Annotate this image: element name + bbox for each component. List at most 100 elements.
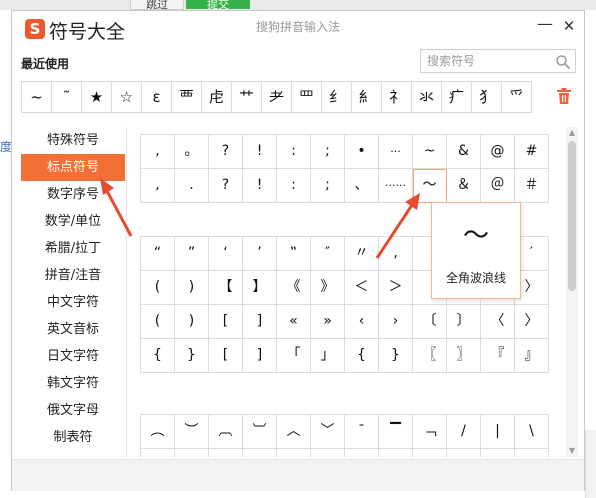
symbol-cell[interactable]: 〗 (447, 339, 481, 373)
symbol-cell[interactable]: ▔ (379, 415, 413, 449)
symbol-cell[interactable]: ? (209, 169, 243, 203)
symbol-cell[interactable]: ＞ (379, 271, 413, 305)
symbol-cell[interactable]: ; (311, 169, 345, 203)
recent-symbol-cell[interactable]: 艹 (232, 82, 262, 112)
background-skip-button[interactable]: 跳过 (130, 0, 184, 10)
symbol-cell[interactable]: ! (243, 169, 277, 203)
symbol-cell[interactable]: ＃ (515, 169, 549, 203)
sidebar-item[interactable]: 特殊符号 (21, 127, 125, 154)
minimize-button[interactable]: — (534, 15, 556, 37)
recent-symbol-cell[interactable]: ε (142, 82, 172, 112)
recent-symbol-cell[interactable]: 耂 (262, 82, 292, 112)
symbol-cell[interactable] (311, 449, 345, 457)
symbol-cell[interactable]: [ (209, 305, 243, 339)
symbol-cell[interactable]: [ (209, 339, 243, 373)
symbol-cell[interactable]: 】 (243, 271, 277, 305)
symbol-cell[interactable]: { (141, 339, 175, 373)
symbol-cell[interactable]: • (345, 135, 379, 169)
symbol-cell[interactable]: 〃 (345, 237, 379, 271)
symbol-cell[interactable]: ︶ (175, 415, 209, 449)
symbol-cell[interactable] (277, 449, 311, 457)
symbol-cell[interactable]: ” (175, 237, 209, 271)
sidebar-item[interactable]: 韩文字符 (21, 370, 125, 397)
symbol-cell[interactable]: ‘ (209, 237, 243, 271)
scroll-down-arrow-icon[interactable]: ▼ (566, 445, 578, 457)
symbol-cell[interactable]: ; (311, 135, 345, 169)
symbol-cell[interactable]: 《 (277, 271, 311, 305)
symbol-cell[interactable]: ¯ (345, 415, 379, 449)
recent-symbol-cell[interactable]: 罒 (292, 82, 322, 112)
symbol-cell[interactable]: , (141, 169, 175, 203)
symbol-cell[interactable]: ″ (311, 237, 345, 271)
symbol-cell[interactable] (481, 449, 515, 457)
symbol-cell[interactable]: # (515, 135, 549, 169)
symbol-cell[interactable]: 〕 (447, 305, 481, 339)
recent-symbol-cell[interactable]: 礻 (382, 82, 412, 112)
symbol-cell[interactable]: ﹀ (311, 415, 345, 449)
background-submit-button[interactable]: 提交 (186, 0, 250, 9)
symbol-cell[interactable]: ＆ (447, 169, 481, 203)
symbol-cell[interactable]: : (277, 169, 311, 203)
symbol-cell[interactable]: ··· (379, 135, 413, 169)
sidebar-item[interactable]: 制表符 (21, 424, 125, 451)
symbol-cell[interactable]: ︺ (243, 415, 277, 449)
symbol-cell[interactable]: | (481, 415, 515, 449)
recent-symbol-cell[interactable]: 氺 (412, 82, 442, 112)
symbol-cell[interactable]: ＜ (345, 271, 379, 305)
symbol-cell[interactable]: 》 (311, 271, 345, 305)
symbol-cell[interactable] (243, 449, 277, 457)
recent-symbol-cell[interactable]: ~ (22, 82, 52, 112)
symbol-cell[interactable]: ~ (413, 135, 447, 169)
symbol-cell[interactable]: ︿ (277, 415, 311, 449)
symbol-cell[interactable] (175, 449, 209, 457)
symbol-cell[interactable]: ( (141, 305, 175, 339)
recent-symbol-cell[interactable]: ˜ (52, 82, 82, 112)
sidebar-item[interactable]: 英文音标 (21, 316, 125, 343)
sidebar-item[interactable]: 中文字符 (21, 289, 125, 316)
symbol-cell[interactable]: / (447, 415, 481, 449)
sidebar-item[interactable]: 数学/单位 (21, 208, 125, 235)
sidebar-item[interactable]: 希腊/拉丁 (21, 235, 125, 262)
symbol-cell[interactable]: ‹ (345, 305, 379, 339)
symbol-cell[interactable]: 」 (311, 339, 345, 373)
recent-symbol-cell[interactable]: 爫 (502, 82, 532, 112)
recent-symbol-cell[interactable]: ☆ (112, 82, 142, 112)
scrollbar[interactable]: ▲ ▼ (566, 127, 578, 457)
symbol-cell[interactable] (345, 449, 379, 457)
recent-symbol-cell[interactable]: 纟 (322, 82, 352, 112)
recent-symbol-cell[interactable]: 犭 (472, 82, 502, 112)
symbol-cell[interactable]: “ (141, 237, 175, 271)
symbol-cell[interactable]: ＠ (481, 169, 515, 203)
recent-symbol-cell[interactable]: 疒 (442, 82, 472, 112)
symbol-cell[interactable]: 〉 (515, 305, 549, 339)
symbol-cell[interactable]: ‟ (277, 237, 311, 271)
symbol-cell[interactable]: 。 (175, 135, 209, 169)
symbol-cell[interactable]: ) (175, 271, 209, 305)
sidebar-item[interactable]: 数字序号 (21, 181, 125, 208)
symbol-cell[interactable]: » (311, 305, 345, 339)
symbol-cell[interactable]: ······ (379, 169, 413, 203)
trash-icon[interactable] (556, 87, 572, 105)
scrollbar-thumb[interactable] (568, 141, 576, 291)
symbol-cell[interactable]: { (345, 339, 379, 373)
symbol-cell[interactable]: 「 (277, 339, 311, 373)
sidebar-item[interactable]: 标点符号 (21, 154, 125, 181)
recent-symbol-cell[interactable]: 糹 (352, 82, 382, 112)
symbol-cell[interactable]: & (447, 135, 481, 169)
symbol-cell[interactable]: › (379, 305, 413, 339)
symbol-cell[interactable]: } (175, 339, 209, 373)
symbol-cell[interactable]: ! (243, 135, 277, 169)
sidebar-item[interactable]: 拼音/注音 (21, 262, 125, 289)
symbol-cell[interactable]: } (379, 339, 413, 373)
symbol-cell[interactable]: 、 (345, 169, 379, 203)
recent-symbol-cell[interactable]: 虍 (202, 82, 232, 112)
symbol-cell[interactable]: ( (141, 271, 175, 305)
recent-symbol-cell[interactable]: 覀 (172, 82, 202, 112)
symbol-cell[interactable]: 【 (209, 271, 243, 305)
symbol-cell[interactable] (141, 449, 175, 457)
sidebar-item[interactable]: 俄文字母 (21, 397, 125, 424)
symbol-cell[interactable]: . (175, 169, 209, 203)
symbol-cell[interactable] (413, 449, 447, 457)
symbol-cell[interactable]: « (277, 305, 311, 339)
symbol-cell[interactable] (379, 449, 413, 457)
